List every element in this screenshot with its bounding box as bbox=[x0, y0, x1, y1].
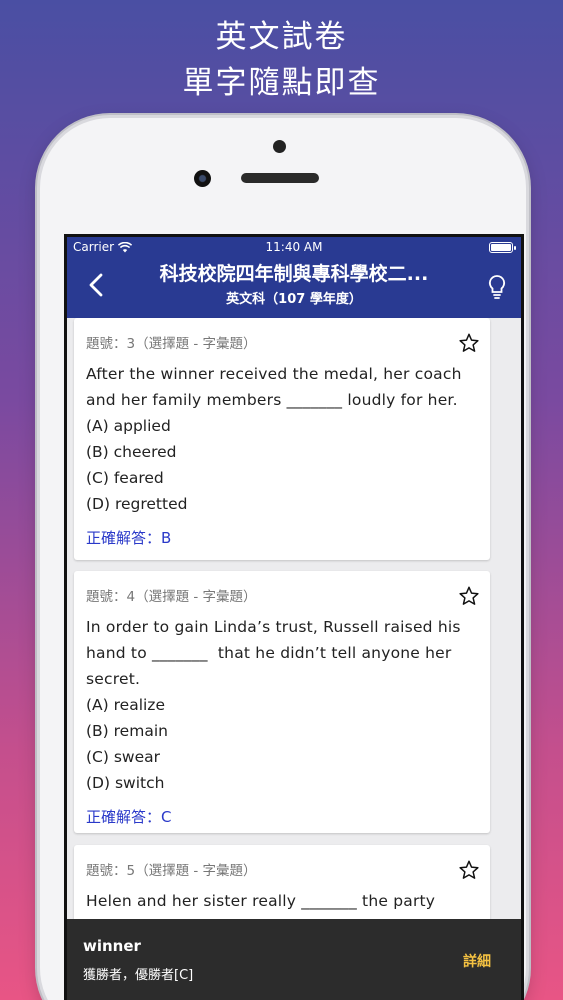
correct-answer: 正確解答：B bbox=[86, 529, 172, 547]
question-card-3[interactable]: 題號：3（選擇題 - 字彙題） After the winner receive… bbox=[74, 318, 490, 560]
question-stem-line: Helen and her sister really _______ the … bbox=[86, 892, 436, 910]
app-screen: Carrier 11:40 AM 科技校院四年制與專科學校二... 英文科（10… bbox=[64, 234, 524, 1000]
correct-answer: 正確解答：C bbox=[86, 808, 172, 826]
favorite-star-icon[interactable] bbox=[458, 585, 480, 607]
navigation-bar: Carrier 11:40 AM 科技校院四年制與專科學校二... 英文科（10… bbox=[67, 237, 521, 318]
details-button[interactable]: 詳細 bbox=[463, 951, 491, 971]
question-stem-line: In order to gain Linda’s trust, Russell … bbox=[86, 618, 461, 636]
option-b: (B) remain bbox=[86, 722, 168, 740]
word-lookup-snackbar: winner 獲勝者，優勝者[C] 詳細 bbox=[67, 919, 521, 1000]
question-stem: In order to gain Linda’s trust, Russell … bbox=[86, 614, 478, 692]
question-stem-line: After the winner received the medal, her… bbox=[86, 365, 462, 383]
promo-headline: 英文試卷 單字隨點即查 bbox=[0, 14, 563, 106]
page-subtitle: 英文科（107 學年度） bbox=[226, 292, 362, 307]
option-d: (D) regretted bbox=[86, 495, 188, 513]
question-stem-line: secret. bbox=[86, 670, 141, 688]
lookup-definition: 獲勝者，優勝者[C] bbox=[83, 968, 194, 983]
option-c: (C) swear bbox=[86, 748, 161, 766]
favorite-star-icon[interactable] bbox=[458, 859, 480, 881]
question-stem-line: and her family members _______ loudly fo… bbox=[86, 391, 458, 409]
option-a: (A) applied bbox=[86, 417, 171, 435]
question-meta: 題號：5（選擇題 - 字彙題） bbox=[86, 863, 257, 879]
question-stem-line: hand to _______ that he didn’t tell anyo… bbox=[86, 644, 452, 662]
question-meta: 題號：3（選擇題 - 字彙題） bbox=[86, 336, 257, 352]
favorite-star-icon[interactable] bbox=[458, 332, 480, 354]
battery-icon bbox=[489, 242, 516, 253]
promo-line-1: 英文試卷 bbox=[215, 19, 348, 55]
page-title: 科技校院四年制與專科學校二... bbox=[159, 263, 429, 285]
status-bar: Carrier 11:40 AM bbox=[67, 237, 521, 257]
option-a: (A) realize bbox=[86, 696, 165, 714]
back-chevron-icon[interactable] bbox=[85, 271, 109, 299]
question-card-4[interactable]: 題號：4（選擇題 - 字彙題） In order to gain Linda’s… bbox=[74, 571, 490, 833]
question-meta: 題號：4（選擇題 - 字彙題） bbox=[86, 589, 257, 605]
question-stem: Helen and her sister really _______ the … bbox=[86, 888, 478, 914]
status-time: 11:40 AM bbox=[265, 240, 323, 254]
earpiece-speaker bbox=[241, 173, 319, 183]
question-stem: After the winner received the medal, her… bbox=[86, 361, 478, 413]
lookup-word: winner bbox=[83, 937, 141, 955]
option-c: (C) feared bbox=[86, 469, 164, 487]
promo-line-2: 單字隨點即查 bbox=[182, 65, 381, 101]
front-camera bbox=[194, 170, 211, 187]
lightbulb-icon[interactable] bbox=[485, 273, 509, 301]
option-d: (D) switch bbox=[86, 774, 165, 792]
proximity-sensor bbox=[273, 140, 286, 153]
option-b: (B) cheered bbox=[86, 443, 177, 461]
